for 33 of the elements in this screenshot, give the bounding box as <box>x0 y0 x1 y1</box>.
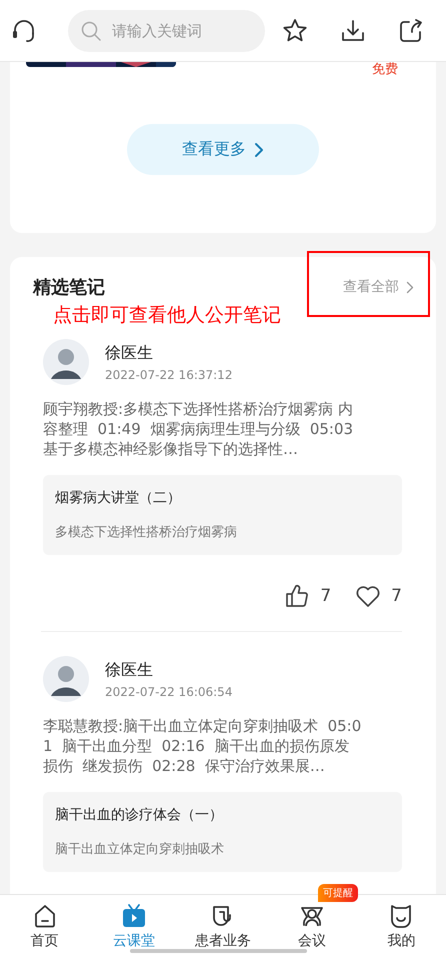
course-title: 脑干出血的诊疗体会（一） <box>55 806 224 824</box>
share-icon[interactable] <box>397 16 425 44</box>
price-label: 免费 <box>372 62 398 78</box>
course-subtitle: 多模态下选择性搭桥治疗烟雾病 <box>55 524 238 541</box>
timestamp: 2022-07-22 16:06:54 <box>105 685 232 699</box>
chevron-icon <box>406 280 414 294</box>
reminder-badge: 可提醒 <box>318 884 358 902</box>
view-more-button[interactable]: 查看更多 <box>127 124 319 175</box>
tv-icon[interactable] <box>120 903 147 929</box>
author-name: 徐医生 <box>105 342 154 364</box>
course-card[interactable]: 烟雾病大讲堂（二） 多模态下选择性搭桥治疗烟雾病 <box>43 475 402 555</box>
course-subtitle: 脑干出血立体定向穿刺抽吸术 <box>55 841 225 858</box>
tab-label[interactable]: 我的 <box>387 932 416 950</box>
like-count: 7 <box>320 586 332 606</box>
note-text: 顾宇翔教授:多模态下选择性搭桥治疗烟雾病 内容整理 01:49 烟雾病病理生理与分级 05:03 基于多模态神经影像指导下的选择性… <box>43 399 354 459</box>
avatar <box>43 339 89 385</box>
tab-label[interactable]: 首页 <box>30 932 59 950</box>
chevron-icon <box>254 142 264 158</box>
course-title: 烟雾病大讲堂（二） <box>55 489 182 507</box>
avatar <box>43 656 89 702</box>
section-title: 精选笔记 <box>33 276 105 299</box>
tab-label[interactable]: 患者业务 <box>194 932 251 950</box>
favorite-count: 7 <box>391 586 402 606</box>
search-field[interactable]: 请输入关键词 <box>68 10 265 52</box>
tab-label[interactable]: 会议 <box>298 932 326 950</box>
author-name: 徐医生 <box>105 659 154 681</box>
thumbs-up-icon[interactable] <box>284 583 310 609</box>
note-text: 李聪慧教授:脑干出血立体定向穿刺抽吸术 05:01 脑干出血分型 02:16 脑干出血的损伤原发损伤 继发损伤 02:28 保守治疗效果展… <box>43 716 362 776</box>
course-card[interactable]: 脑干出血的诊疗体会（一） 脑干出血立体定向穿刺抽吸术 <box>43 792 402 872</box>
annotation-text: 点击即可查看他人公开笔记 <box>53 303 282 327</box>
timestamp: 2022-07-22 16:37:12 <box>105 368 232 382</box>
heart-icon[interactable] <box>355 584 382 608</box>
tab-label[interactable]: 云课堂 <box>112 932 155 950</box>
